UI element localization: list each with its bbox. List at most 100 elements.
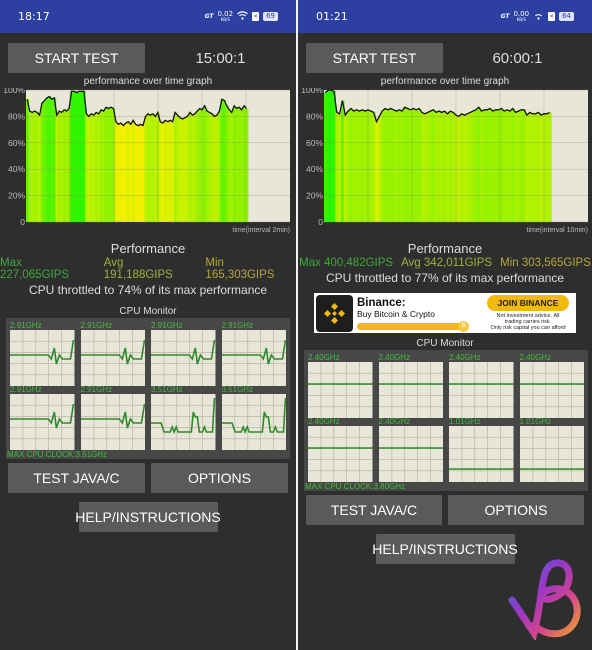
core-frequency-label: 2.91GHz bbox=[221, 321, 254, 330]
battery-icon: 64 bbox=[559, 12, 574, 21]
help-instructions-button[interactable]: HELP/INSTRUCTIONS bbox=[372, 534, 518, 564]
cpu-core-4: 2.91GHz bbox=[10, 386, 75, 450]
cpu-core-1: 2.40GHz bbox=[378, 354, 443, 418]
cpu-core-6: 1.01GHz bbox=[449, 418, 514, 482]
max-cpu-clock: MAX CPU CLOCK:3.51GHz bbox=[7, 450, 108, 459]
avg-gips: Avg 191,188GIPS bbox=[103, 257, 173, 281]
status-time: 18:17 bbox=[18, 10, 50, 23]
perf-bar bbox=[548, 112, 552, 222]
battery-icon: 69 bbox=[263, 12, 278, 21]
y-tick-label: 40% bbox=[8, 164, 25, 174]
core-frequency-graph bbox=[151, 330, 216, 386]
wifi-icon bbox=[533, 11, 544, 22]
wifi-icon bbox=[237, 11, 249, 22]
core-frequency-graph bbox=[449, 362, 514, 418]
core-frequency-label: 2.40GHz bbox=[449, 353, 481, 362]
cpu-core-5: 2.40GHz bbox=[378, 417, 443, 482]
core-frequency-label: 1.01GHz bbox=[519, 417, 552, 426]
cpu-core-0: 2.40GHz bbox=[308, 354, 373, 418]
watermark-logo-icon bbox=[508, 559, 581, 640]
core-frequency-label: 2.40GHz bbox=[308, 353, 340, 362]
ad-title: Binance: bbox=[357, 296, 406, 309]
core-frequency-label: 2.40GHz bbox=[308, 417, 340, 426]
core-frequency-graph bbox=[519, 426, 584, 482]
performance-title: Performance bbox=[110, 241, 186, 256]
cpu-core-2: 2.91GHz bbox=[151, 322, 216, 386]
ad-disclaimer: Not investment advice. All trading carri… bbox=[490, 313, 566, 331]
max-cpu-clock: MAX CPU CLOCK:3.80GHz bbox=[305, 482, 406, 491]
core-frequency-label: 2.40GHz bbox=[519, 353, 552, 362]
cpu-core-2: 2.40GHz bbox=[449, 354, 514, 418]
core-frequency-graph bbox=[308, 362, 373, 418]
test-duration[interactable]: 60:00:1 bbox=[443, 50, 592, 67]
bitcoin-icon: B bbox=[458, 320, 469, 332]
cpu-core-7: 3.51GHz bbox=[221, 385, 286, 450]
core-frequency-graph bbox=[10, 330, 75, 386]
help-instructions-button[interactable]: HELP/INSTRUCTIONS bbox=[75, 502, 221, 532]
core-frequency-graph bbox=[221, 394, 286, 450]
status-bar: 18:17 GT 0.02 KB/S × 69 bbox=[0, 0, 296, 33]
y-tick-label: 40% bbox=[306, 164, 323, 174]
cpu-core-7: 1.01GHz bbox=[519, 417, 584, 482]
test-java-button[interactable]: TEST JAVA/C bbox=[8, 463, 145, 493]
test-duration[interactable]: 15:00:1 bbox=[145, 50, 296, 67]
y-tick-label: 20% bbox=[8, 191, 25, 201]
core-frequency-graph bbox=[80, 394, 145, 450]
join-binance-button[interactable]: JOIN BINANCE bbox=[487, 295, 569, 311]
phone-screen-left: 18:17 GT 0.02 KB/S × 69 START TEST 15:00:… bbox=[0, 0, 296, 650]
core-frequency-label: 3.51GHz bbox=[221, 385, 254, 394]
status-time: 01:21 bbox=[316, 10, 348, 23]
core-frequency-label: 2.91GHz bbox=[80, 385, 113, 394]
core-frequency-graph bbox=[221, 330, 286, 386]
throttle-text: CPU throttled to 74% of its max performa… bbox=[28, 283, 268, 297]
core-frequency-label: 2.91GHz bbox=[10, 321, 42, 330]
y-tick-label: 60% bbox=[8, 138, 25, 148]
core-frequency-graph bbox=[80, 330, 145, 386]
core-frequency-label: 1.01GHz bbox=[449, 417, 481, 426]
graph-title: performance over time graph bbox=[83, 76, 213, 87]
graph-title: performance over time graph bbox=[380, 76, 510, 87]
min-gips: Min 303,565GIPS bbox=[500, 257, 591, 269]
cpu-core-0: 2.91GHz bbox=[10, 322, 75, 386]
core-frequency-graph bbox=[10, 394, 75, 450]
y-tick-label: 80% bbox=[8, 111, 25, 121]
ad-subtitle: Buy Bitcoin & Crypto bbox=[357, 308, 435, 319]
core-frequency-graph bbox=[378, 362, 443, 418]
sim-icon: × bbox=[548, 12, 556, 21]
options-button[interactable]: OPTIONS bbox=[151, 463, 288, 493]
core-frequency-label: 3.51GHz bbox=[151, 385, 183, 394]
y-tick-label: 60% bbox=[306, 138, 323, 148]
x-axis-label: time(interval 10min) bbox=[527, 227, 588, 234]
sim-icon: × bbox=[252, 12, 260, 21]
core-frequency-label: 2.40GHz bbox=[378, 417, 411, 426]
y-tick-label: 0 bbox=[318, 217, 323, 227]
y-tick-label: 80% bbox=[306, 111, 323, 121]
core-frequency-graph bbox=[519, 362, 584, 418]
start-test-button[interactable]: START TEST bbox=[8, 43, 145, 73]
performance-title: Performance bbox=[407, 241, 483, 256]
network-speed: 0.02 KB/S bbox=[217, 9, 234, 22]
network-speed: 0.00 KB/S bbox=[513, 9, 530, 22]
cpu-monitor: 2.91GHz 2.91GHz 2.91GHz 2.91GHz 2.91GHz 2.91G… bbox=[6, 318, 290, 459]
test-java-button[interactable]: TEST JAVA/C bbox=[306, 495, 442, 525]
binance-ad-banner[interactable]: Binance: Buy Bitcoin & Crypto B JOIN BIN… bbox=[314, 293, 576, 333]
y-tick-label: 100% bbox=[3, 88, 25, 95]
gt-icon: GT bbox=[204, 13, 214, 20]
binance-logo-icon bbox=[316, 294, 353, 332]
min-gips: Min 165,303GIPS bbox=[205, 257, 275, 281]
y-tick-label: 100% bbox=[301, 88, 323, 95]
core-frequency-label: 2.91GHz bbox=[10, 385, 42, 394]
core-frequency-graph bbox=[308, 426, 373, 482]
performance-graph: 100% 80% 60% 40% 20% 0 time(interval 10min) bbox=[301, 88, 588, 234]
core-frequency-graph bbox=[151, 394, 216, 450]
avg-gips: Avg 342,011GIPS bbox=[401, 257, 493, 269]
throttle-text: CPU throttled to 77% of its max performa… bbox=[325, 271, 565, 285]
cpu-core-3: 2.91GHz bbox=[221, 321, 286, 386]
options-button[interactable]: OPTIONS bbox=[448, 495, 584, 525]
start-test-button[interactable]: START TEST bbox=[306, 43, 443, 73]
core-frequency-graph bbox=[449, 426, 514, 482]
y-tick-label: 0 bbox=[20, 217, 25, 227]
max-gips: Max 227,065GIPS bbox=[0, 257, 70, 281]
core-frequency-label: 2.91GHz bbox=[151, 321, 183, 330]
y-tick-label: 20% bbox=[306, 191, 323, 201]
